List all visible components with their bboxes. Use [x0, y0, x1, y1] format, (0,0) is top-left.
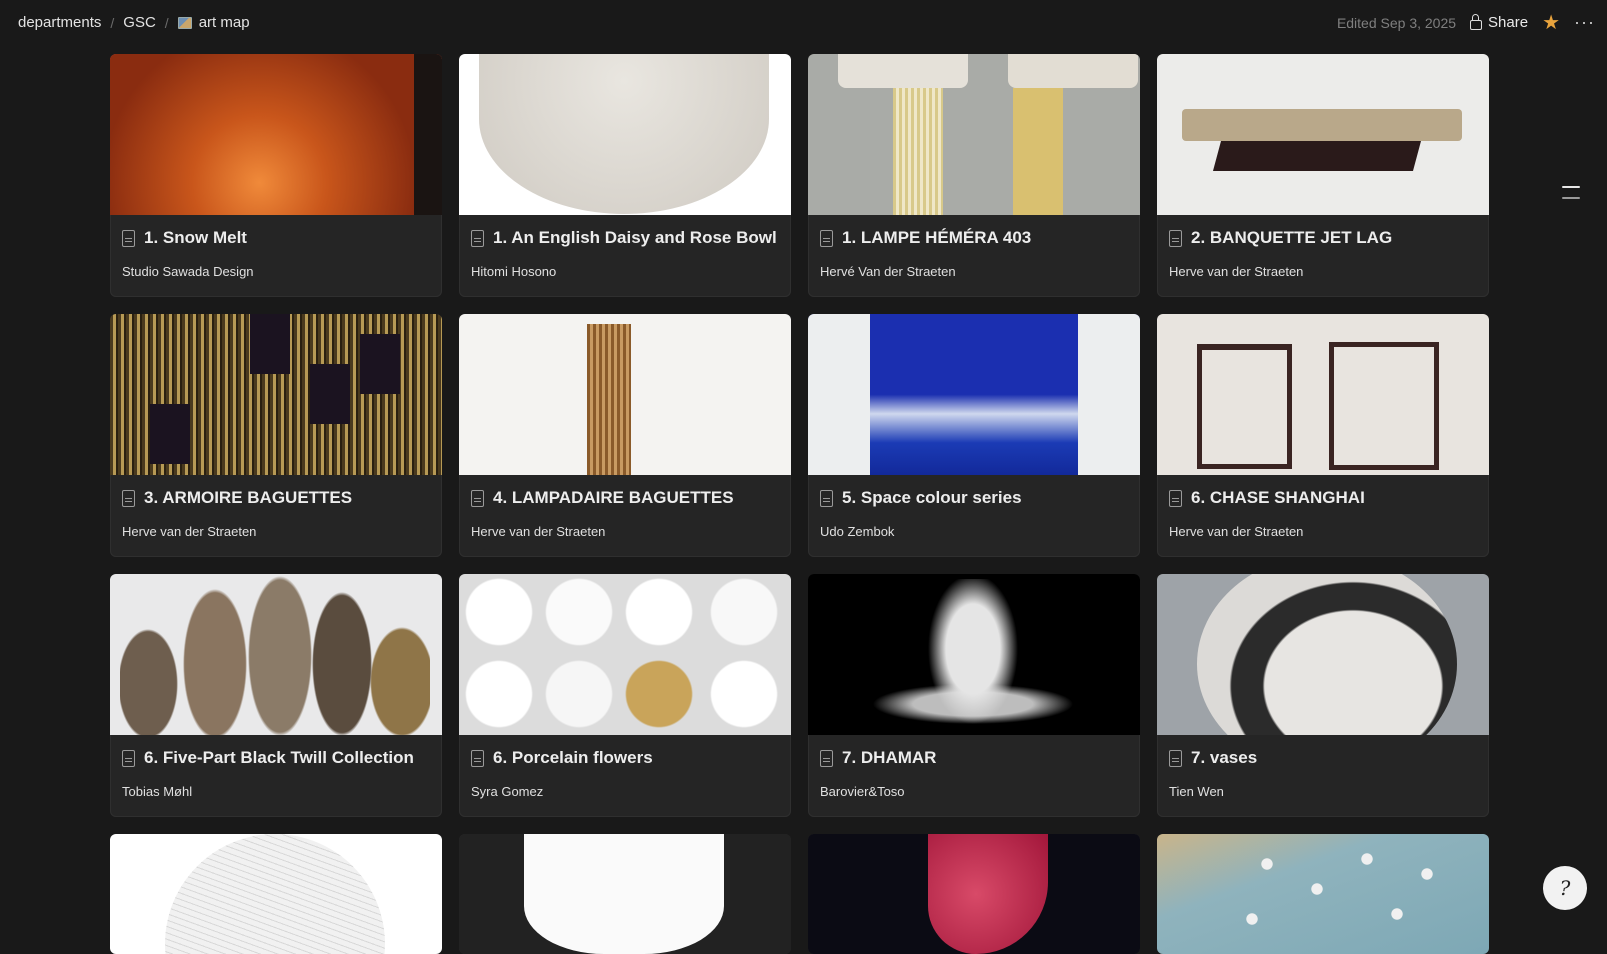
- card-title: 1. An English Daisy and Rose Bowl: [493, 228, 777, 247]
- breadcrumb-gsc[interactable]: GSC: [121, 12, 158, 33]
- card-title: 3. ARMOIRE BAGUETTES: [144, 488, 353, 507]
- gallery-card[interactable]: 1. LAMPE HÉMÉRA 403 Hervé Van der Straet…: [808, 54, 1140, 297]
- outline-line: [1562, 186, 1580, 188]
- card-artist: Syra Gomez: [471, 784, 544, 799]
- card-artist: Hitomi Hosono: [471, 264, 557, 279]
- gallery-card[interactable]: 3. ARMOIRE BAGUETTES Herve van der Strae…: [110, 314, 442, 557]
- star-icon[interactable]: ★: [1542, 13, 1560, 33]
- header-actions: Edited Sep 3, 2025 Share ★ ···: [1337, 12, 1595, 33]
- card-title: 7. vases: [1191, 748, 1258, 767]
- card-title: 6. Five-Part Black Twill Collection: [144, 748, 414, 767]
- card-title: 7. DHAMAR: [842, 748, 937, 767]
- card-cover-image: [459, 834, 791, 954]
- card-title: 5. Space colour series: [842, 488, 1022, 507]
- page-icon: [122, 749, 135, 767]
- gallery-card[interactable]: 4. LAMPADAIRE BAGUETTES Herve van der St…: [459, 314, 791, 557]
- card-cover-image: [110, 834, 442, 954]
- card-title: 6. Porcelain flowers: [493, 748, 653, 767]
- gallery-card[interactable]: [808, 834, 1140, 954]
- card-artist: Herve van der Straeten: [1169, 524, 1304, 539]
- gallery-card[interactable]: 1. Snow Melt Studio Sawada Design: [110, 54, 442, 297]
- page-icon: [122, 229, 135, 247]
- card-title: 2. BANQUETTE JET LAG: [1191, 228, 1393, 247]
- gallery-grid: 1. Snow Melt Studio Sawada Design 1. An …: [110, 54, 1489, 954]
- gallery-card[interactable]: 7. vases Tien Wen: [1157, 574, 1489, 817]
- card-cover-image: [808, 834, 1140, 954]
- page-icon: [471, 489, 484, 507]
- card-cover-image: [808, 54, 1140, 215]
- top-bar: departments / GSC / art map Edited Sep 3…: [0, 0, 1607, 45]
- card-cover-image: [1157, 834, 1489, 954]
- card-cover-image: [110, 574, 442, 735]
- gallery-card[interactable]: 6. CHASE SHANGHAI Herve van der Straeten: [1157, 314, 1489, 557]
- card-artist: Herve van der Straeten: [122, 524, 257, 539]
- card-title: 6. CHASE SHANGHAI: [1191, 488, 1365, 507]
- page-icon: [820, 229, 833, 247]
- card-cover-image: [110, 54, 442, 215]
- gallery-card[interactable]: [1157, 834, 1489, 954]
- page-icon: [122, 489, 135, 507]
- card-cover-image: [808, 314, 1140, 475]
- card-title: 4. LAMPADAIRE BAGUETTES: [493, 488, 734, 507]
- card-cover-image: [1157, 54, 1489, 215]
- gallery-card[interactable]: [110, 834, 442, 954]
- card-artist: Herve van der Straeten: [1169, 264, 1304, 279]
- card-cover-image: [459, 54, 791, 215]
- gallery-card[interactable]: 1. An English Daisy and Rose Bowl Hitomi…: [459, 54, 791, 297]
- page-icon: [1169, 749, 1182, 767]
- help-glyph: ?: [1559, 876, 1571, 900]
- gallery-card[interactable]: 2. BANQUETTE JET LAG Herve van der Strae…: [1157, 54, 1489, 297]
- more-options-button[interactable]: ···: [1574, 12, 1595, 33]
- page-icon: [820, 489, 833, 507]
- outline-icon[interactable]: [1562, 186, 1580, 199]
- card-cover-image: [459, 574, 791, 735]
- breadcrumb-art-map[interactable]: art map: [176, 12, 252, 33]
- gallery-card[interactable]: 6. Five-Part Black Twill Collection Tobi…: [110, 574, 442, 817]
- breadcrumb-separator: /: [110, 14, 115, 31]
- card-title: 1. Snow Melt: [144, 228, 247, 247]
- breadcrumb-art-map-label: art map: [198, 14, 250, 31]
- card-artist: Tien Wen: [1169, 784, 1224, 799]
- card-cover-image: [110, 314, 442, 475]
- card-cover-image: [459, 314, 791, 475]
- page-icon: [471, 229, 484, 247]
- card-cover-image: [1157, 574, 1489, 735]
- gallery-card[interactable]: 6. Porcelain flowers Syra Gomez: [459, 574, 791, 817]
- outline-line: [1562, 197, 1580, 199]
- page-icon: [1169, 229, 1182, 247]
- card-artist: Herve van der Straeten: [471, 524, 606, 539]
- gallery-card[interactable]: 7. DHAMAR Barovier&Toso: [808, 574, 1140, 817]
- breadcrumb-departments[interactable]: departments: [16, 12, 103, 33]
- card-artist: Udo Zembok: [820, 524, 895, 539]
- lock-icon: [1470, 14, 1483, 30]
- card-cover-image: [1157, 314, 1489, 475]
- card-artist: Studio Sawada Design: [122, 264, 254, 279]
- page-icon: [820, 749, 833, 767]
- gallery-card[interactable]: [459, 834, 791, 954]
- share-label: Share: [1488, 14, 1529, 31]
- card-title: 1. LAMPE HÉMÉRA 403: [842, 228, 1032, 247]
- card-cover-image: [808, 574, 1140, 735]
- share-button[interactable]: Share: [1470, 14, 1528, 31]
- breadcrumb: departments / GSC / art map: [16, 12, 252, 33]
- edited-timestamp: Edited Sep 3, 2025: [1336, 14, 1457, 31]
- help-button[interactable]: ?: [1543, 866, 1587, 910]
- gallery-card[interactable]: 5. Space colour series Udo Zembok: [808, 314, 1140, 557]
- card-artist: Hervé Van der Straeten: [820, 264, 956, 279]
- card-artist: Barovier&Toso: [820, 784, 905, 799]
- page-icon: [1169, 489, 1182, 507]
- image-icon: [177, 16, 192, 29]
- breadcrumb-separator: /: [164, 14, 169, 31]
- card-artist: Tobias Møhl: [122, 784, 193, 799]
- page-icon: [471, 749, 484, 767]
